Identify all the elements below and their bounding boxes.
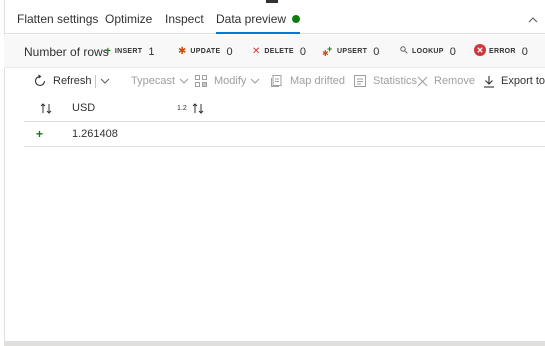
chevron-down-icon xyxy=(179,78,189,84)
error-icon xyxy=(474,44,486,59)
lookup-count: LOOKUP 0 xyxy=(400,35,456,68)
map-drifted-button[interactable]: Map drifted xyxy=(270,72,345,90)
export-button[interactable]: Export to C xyxy=(483,72,545,90)
map-drifted-icon xyxy=(271,75,282,87)
chevron-up-icon[interactable] xyxy=(528,12,540,24)
statistics-icon xyxy=(354,75,366,87)
tab-label: Data preview xyxy=(216,12,287,26)
refresh-dropdown-button[interactable] xyxy=(100,72,116,90)
column-header-usd[interactable]: USD xyxy=(72,95,95,121)
column-type-badge: 1.2 xyxy=(177,95,204,121)
download-icon xyxy=(484,75,494,88)
number-of-rows-label: Number of rows xyxy=(24,44,109,59)
status-dot-icon xyxy=(292,15,301,23)
tab-label: Inspect xyxy=(165,12,204,26)
search-icon xyxy=(400,46,408,57)
row-counts-bar: Number of rows + INSERT 1 ✱ UPDATE 0 ✕ D… xyxy=(4,35,545,68)
tab-optimize[interactable]: Optimize xyxy=(105,12,152,34)
asterisk-icon: ✱ xyxy=(178,45,187,57)
x-icon: ✕ xyxy=(252,45,261,57)
plus-asterisk-icon: ✱ + xyxy=(322,44,333,58)
plus-icon: + xyxy=(105,45,111,57)
tab-bar: Flatten settings Optimize Inspect Data p… xyxy=(4,0,545,34)
horizontal-scrollbar[interactable] xyxy=(5,341,545,346)
tab-flatten-settings[interactable]: Flatten settings xyxy=(17,12,98,34)
refresh-icon xyxy=(34,74,46,87)
modify-icon xyxy=(195,75,207,87)
insert-marker-icon: + xyxy=(36,127,44,141)
toolbar: Refresh Typecast Modify Map drifted Stat… xyxy=(4,68,545,94)
toolbar-separator xyxy=(95,75,96,88)
chevron-down-icon xyxy=(251,78,260,84)
tab-data-preview[interactable]: Data preview xyxy=(216,12,301,34)
grid-header-row: USD 1.2 xyxy=(24,95,545,122)
sort-icon[interactable] xyxy=(192,102,204,114)
statistics-button[interactable]: Statistics xyxy=(353,72,417,90)
data-flow-panel: Flatten settings Optimize Inspect Data p… xyxy=(0,0,545,346)
typecast-button[interactable]: Typecast xyxy=(131,72,189,90)
error-count: ERROR 0 xyxy=(474,35,528,68)
tab-label: Flatten settings xyxy=(17,12,99,26)
modify-button[interactable]: Modify xyxy=(194,72,260,90)
cell-usd: 1.261408 xyxy=(72,128,118,140)
data-preview-grid: USD 1.2 + 1.261408 xyxy=(24,95,545,147)
chevron-down-icon xyxy=(100,78,110,84)
sort-icon[interactable] xyxy=(40,95,52,121)
table-row[interactable]: + 1.261408 xyxy=(24,122,545,147)
insert-count: + INSERT 1 xyxy=(105,45,155,58)
delete-count: ✕ DELETE 0 xyxy=(252,45,306,58)
remove-button[interactable]: Remove xyxy=(417,72,475,90)
upsert-count: ✱ + UPSERT 0 xyxy=(322,44,380,58)
update-count: ✱ UPDATE 0 xyxy=(178,45,233,58)
tab-inspect[interactable]: Inspect xyxy=(165,12,204,34)
close-icon xyxy=(417,76,428,86)
tab-label: Optimize xyxy=(105,12,153,26)
refresh-button[interactable]: Refresh xyxy=(33,72,92,90)
